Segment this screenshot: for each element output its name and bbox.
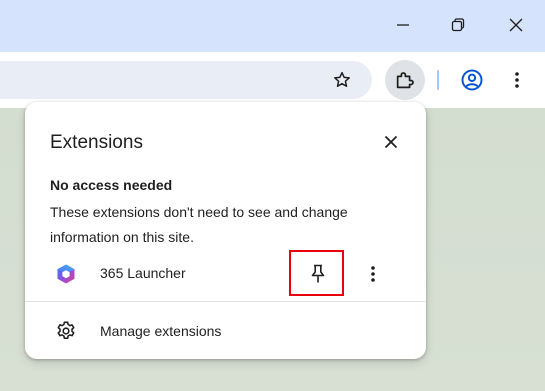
pin-button-highlight (289, 250, 344, 296)
browser-window: Extensions No access needed These extens… (0, 0, 545, 391)
chrome-menu-button[interactable] (499, 62, 535, 98)
popup-close-button[interactable] (375, 126, 407, 158)
restore-button[interactable] (441, 8, 475, 42)
puzzle-icon (396, 72, 414, 89)
extension-item-365-launcher[interactable]: 365 Launcher (25, 250, 426, 296)
kebab-menu-icon (515, 72, 519, 88)
title-bar (0, 0, 545, 52)
divider (25, 301, 426, 302)
bookmark-button[interactable] (324, 62, 360, 98)
manage-extensions-label: Manage extensions (100, 323, 222, 339)
minimize-icon (397, 24, 409, 26)
extensions-button[interactable] (385, 60, 425, 100)
extensions-popup: Extensions No access needed These extens… (25, 102, 426, 359)
close-window-button[interactable] (499, 8, 533, 42)
extension-more-button[interactable] (357, 258, 389, 290)
gear-icon (57, 321, 75, 340)
close-icon (384, 135, 398, 149)
popup-title: Extensions (50, 132, 143, 153)
restore-icon (451, 18, 465, 32)
address-bar[interactable] (0, 61, 372, 99)
profile-button[interactable] (454, 62, 490, 98)
manage-extensions-button[interactable]: Manage extensions (25, 307, 426, 353)
extension-name: 365 Launcher (100, 265, 186, 281)
profile-icon (461, 69, 483, 91)
minimize-button[interactable] (386, 8, 420, 42)
star-icon (334, 71, 350, 87)
toolbar-separator (437, 70, 439, 90)
section-heading: No access needed (50, 177, 173, 193)
microsoft-365-icon (57, 264, 75, 284)
section-description: These extensions don't need to see and c… (50, 204, 348, 245)
close-icon (509, 18, 523, 32)
kebab-menu-icon (371, 266, 375, 282)
toolbar (0, 52, 545, 108)
